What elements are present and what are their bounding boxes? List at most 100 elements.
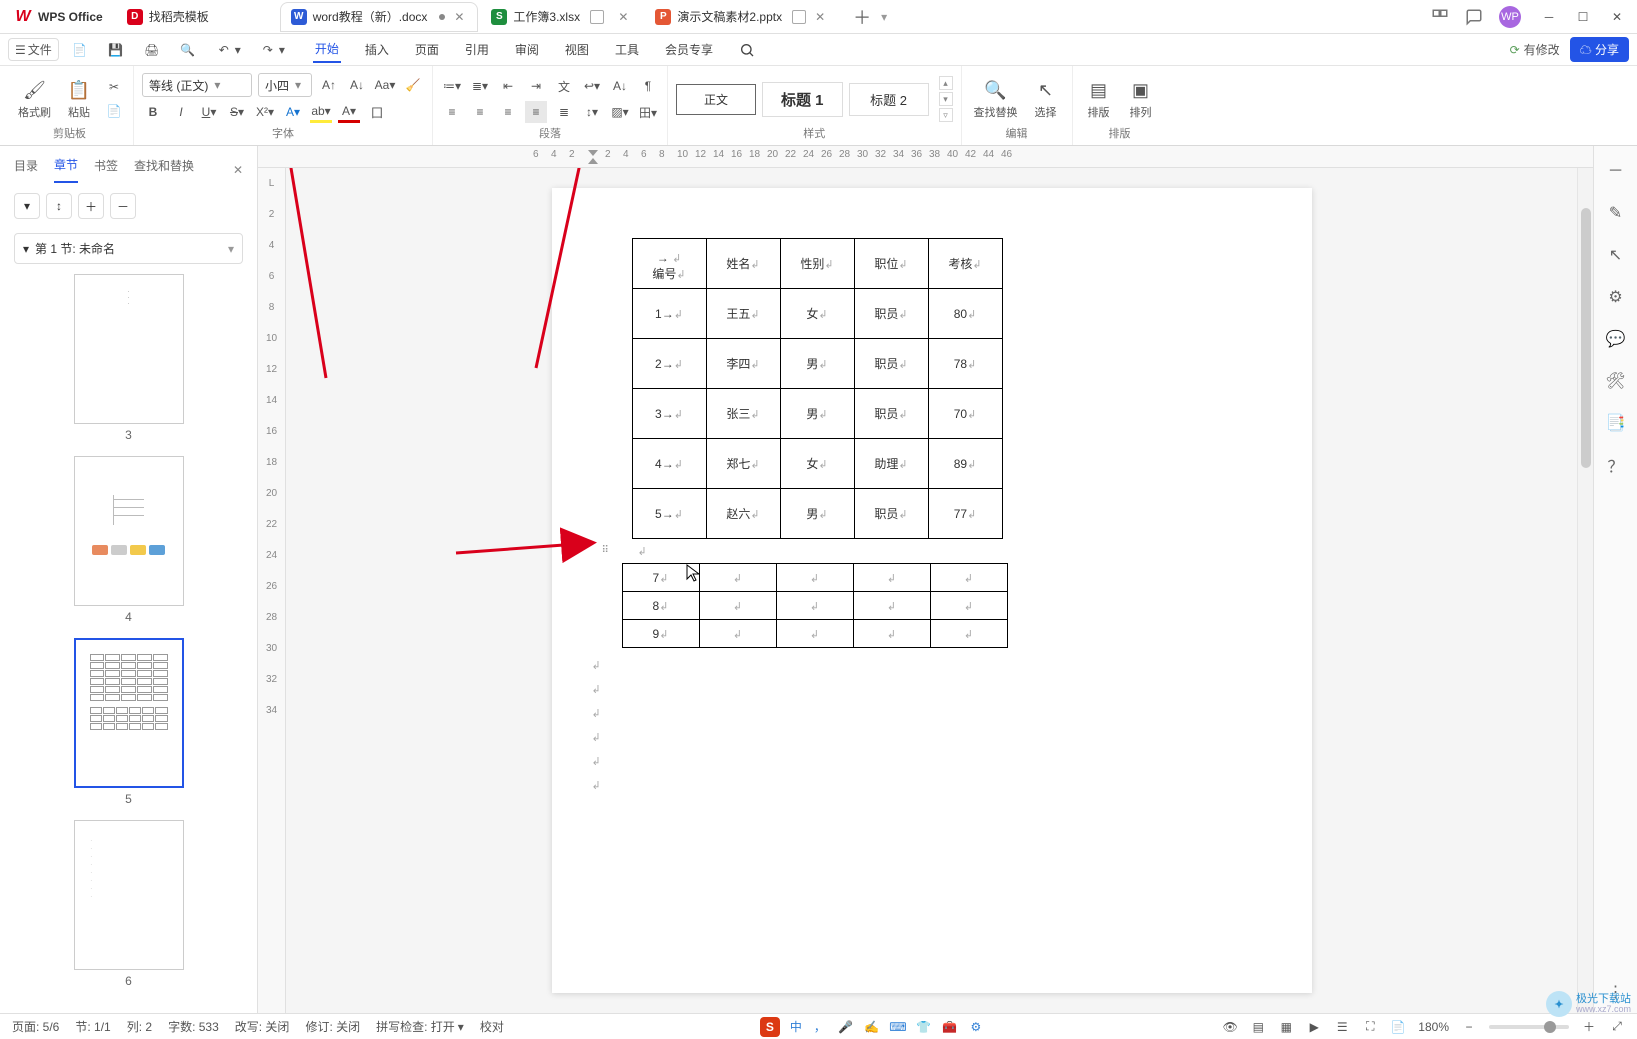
play-icon[interactable]: ▶ bbox=[1306, 1019, 1322, 1035]
shading-button[interactable]: ▨▾ bbox=[609, 101, 631, 123]
select-cursor-icon[interactable]: ↖ bbox=[1605, 244, 1627, 266]
status-revision[interactable]: 修订: 关闭 bbox=[305, 1018, 360, 1035]
file-menu[interactable]: ☰ 文件 bbox=[8, 38, 59, 61]
sidepanel-tab-bookmark[interactable]: 书签 bbox=[94, 157, 118, 182]
bullet-list-button[interactable]: ≔▾ bbox=[441, 75, 463, 97]
skin-icon[interactable]: 👕 bbox=[916, 1019, 932, 1035]
page-layout-icon[interactable]: ▤ bbox=[1250, 1019, 1266, 1035]
shrink-font-button[interactable]: A↓ bbox=[346, 74, 368, 96]
italic-button[interactable]: I bbox=[170, 101, 192, 123]
horizontal-ruler[interactable]: 6 4 2 2 4 6 8 10 12 14 16 18 20 22 24 26… bbox=[258, 146, 1593, 168]
tab-excel-doc[interactable]: S 工作簿3.xlsx ✕ bbox=[481, 3, 641, 31]
keyboard-icon[interactable]: ⌨ bbox=[890, 1019, 906, 1035]
sidepanel-tab-toc[interactable]: 目录 bbox=[14, 157, 38, 182]
sort-button[interactable]: A↓ bbox=[609, 75, 631, 97]
fit-page-button[interactable]: ⤢ bbox=[1609, 1019, 1625, 1035]
style-scroll[interactable]: ▴▾▿ bbox=[939, 76, 953, 122]
share-button[interactable]: ☁ 分享 bbox=[1570, 37, 1629, 62]
font-color-button[interactable]: A▾ bbox=[338, 101, 360, 123]
underline-button[interactable]: U▾ bbox=[198, 101, 220, 123]
table-row[interactable]: 2→↲李四↲男↲职员↲78↲ bbox=[632, 339, 1002, 389]
tab-close-button[interactable]: ✕ bbox=[451, 9, 467, 25]
mic-icon[interactable]: 🎤 bbox=[838, 1019, 854, 1035]
tab-word-doc[interactable]: W word教程（新）.docx ✕ bbox=[281, 3, 478, 31]
ribbon-tab-reference[interactable]: 引用 bbox=[463, 37, 491, 62]
table-row[interactable]: 4→↲郑七↲女↲助理↲89↲ bbox=[632, 439, 1002, 489]
outline-icon[interactable]: ☰ bbox=[1334, 1019, 1350, 1035]
status-overwrite[interactable]: 改写: 关闭 bbox=[235, 1018, 290, 1035]
modified-indicator[interactable]: 有修改 bbox=[1510, 41, 1560, 58]
ribbon-tab-view[interactable]: 视图 bbox=[563, 37, 591, 62]
cloud-sync-icon[interactable] bbox=[1465, 8, 1483, 26]
cut-button[interactable]: ✂ bbox=[103, 76, 125, 98]
line-spacing-button[interactable]: ↕▾ bbox=[581, 101, 603, 123]
ime-mode-button[interactable]: 中 bbox=[790, 1018, 802, 1035]
align-justify-button[interactable]: ≡ bbox=[525, 101, 547, 123]
distribute-button[interactable]: ≣ bbox=[553, 101, 575, 123]
font-size-select[interactable]: 小四▾ bbox=[258, 73, 312, 97]
maximize-button[interactable]: ☐ bbox=[1571, 5, 1595, 29]
indent-button[interactable]: ⇥ bbox=[525, 75, 547, 97]
style-heading1[interactable]: 标题 1 bbox=[762, 82, 843, 117]
highlight-button[interactable]: ab▾ bbox=[310, 101, 332, 123]
zoom-in-button[interactable]: ＋ bbox=[1581, 1019, 1597, 1035]
status-wordcount[interactable]: 字数: 533 bbox=[168, 1018, 219, 1035]
scrollbar-thumb[interactable] bbox=[1581, 208, 1591, 468]
paragraph-show-button[interactable]: ¶ bbox=[637, 75, 659, 97]
outdent-button[interactable]: ⇤ bbox=[497, 75, 519, 97]
clear-format-button[interactable]: 🧹 bbox=[402, 74, 424, 96]
ribbon-search-button[interactable] bbox=[737, 38, 757, 62]
align-left-button[interactable]: ≡ bbox=[441, 101, 463, 123]
tab-ppt-doc[interactable]: P 演示文稿素材2.pptx ✕ bbox=[645, 3, 838, 31]
status-proofread[interactable]: 校对 bbox=[480, 1018, 504, 1035]
zoom-value[interactable]: 180% bbox=[1418, 1020, 1449, 1034]
style-normal[interactable]: 正文 bbox=[676, 84, 756, 115]
page-thumb-4[interactable]: 4 bbox=[14, 456, 243, 624]
collapse-button[interactable]: ▾ bbox=[14, 193, 40, 219]
table-handle-icon[interactable]: ⠿ bbox=[602, 545, 609, 556]
minimize-button[interactable]: ─ bbox=[1537, 5, 1561, 29]
text-direction-button[interactable]: 文 bbox=[553, 75, 575, 97]
save-button[interactable]: 💾 bbox=[101, 37, 131, 63]
toolbox-icon[interactable]: 🧰 bbox=[942, 1019, 958, 1035]
page-thumb-5[interactable]: 5 bbox=[14, 638, 243, 806]
ribbon-tab-page[interactable]: 页面 bbox=[413, 37, 441, 62]
section-row[interactable]: ▾ 第 1 节: 未命名 ▾ bbox=[14, 233, 243, 264]
status-column[interactable]: 列: 2 bbox=[127, 1018, 152, 1035]
page-thumb-3[interactable]: ··· 3 bbox=[14, 274, 243, 442]
read-mode-icon[interactable]: 👁 bbox=[1222, 1019, 1238, 1035]
settings-icon[interactable]: ⚙ bbox=[968, 1019, 984, 1035]
bold-button[interactable]: B bbox=[142, 101, 164, 123]
print-button[interactable]: 🖨 bbox=[137, 37, 167, 63]
number-list-button[interactable]: ≣▾ bbox=[469, 75, 491, 97]
char-border-button[interactable]: 囗 bbox=[366, 101, 388, 123]
table-row[interactable]: 8↲↲↲↲↲ bbox=[622, 592, 1007, 620]
status-spellcheck[interactable]: 拼写检查: 打开 ▾ bbox=[376, 1018, 464, 1035]
open-button[interactable]: 📄 bbox=[65, 37, 95, 63]
table-row[interactable]: 7↲↲↲↲↲ bbox=[622, 564, 1007, 592]
text-effect-button[interactable]: A▾ bbox=[282, 101, 304, 123]
sidepanel-tab-sections[interactable]: 章节 bbox=[54, 156, 78, 183]
arrange-button[interactable]: ▣排列 bbox=[1123, 76, 1159, 122]
ribbon-tab-insert[interactable]: 插入 bbox=[363, 37, 391, 62]
collapse-icon[interactable]: ─ bbox=[1605, 160, 1627, 182]
navigation-icon[interactable]: 📑 bbox=[1605, 412, 1627, 434]
add-button[interactable]: ＋ bbox=[78, 193, 104, 219]
change-case-button[interactable]: Aa▾ bbox=[374, 74, 396, 96]
table-row[interactable]: 3→↲张三↲男↲职员↲70↲ bbox=[632, 389, 1002, 439]
status-page[interactable]: 页面: 5/6 bbox=[12, 1018, 59, 1035]
sogou-ime-icon[interactable]: S bbox=[760, 1017, 780, 1037]
print-layout-icon[interactable]: 📄 bbox=[1390, 1019, 1406, 1035]
comment-icon[interactable]: 💬 bbox=[1605, 328, 1627, 350]
web-layout-icon[interactable]: ▦ bbox=[1278, 1019, 1294, 1035]
sidepanel-tab-findreplace[interactable]: 查找和替换 bbox=[134, 157, 194, 182]
select-button[interactable]: ↖选择 bbox=[1028, 76, 1064, 122]
table-row[interactable]: 1→↲王五↲女↲职员↲80↲ bbox=[632, 289, 1002, 339]
tab-docer-templates[interactable]: D 找稻壳模板 bbox=[117, 3, 277, 31]
grow-font-button[interactable]: A↑ bbox=[318, 74, 340, 96]
gear-icon[interactable]: ⚙ bbox=[1605, 286, 1627, 308]
ime-punct-icon[interactable]: ， bbox=[812, 1019, 828, 1035]
ribbon-tab-review[interactable]: 审阅 bbox=[513, 37, 541, 62]
section-menu-button[interactable]: ▾ bbox=[228, 242, 234, 256]
undo-button[interactable]: ↶▾ bbox=[209, 37, 247, 63]
